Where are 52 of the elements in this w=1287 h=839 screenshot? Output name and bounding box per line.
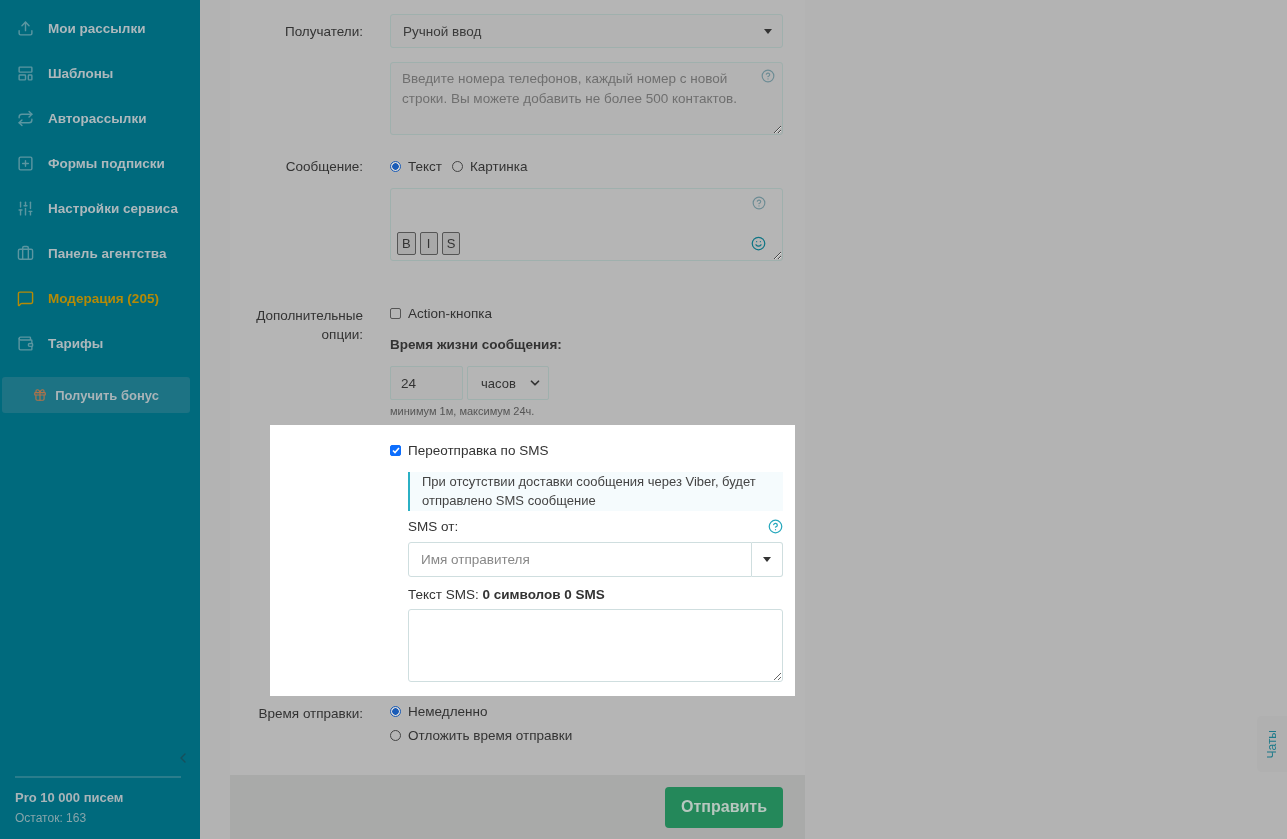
checkbox[interactable] [390,308,401,319]
sidebar-item[interactable]: Формы подписки [0,141,200,186]
sms-text-field[interactable] [408,609,783,682]
dropdown-button[interactable] [752,542,783,577]
field-label: Сообщение: [284,158,363,176]
caret-icon [764,28,772,34]
plus-square-icon [17,155,34,172]
field-label: Дополнительные опции: [255,307,363,344]
sms-resend-option[interactable]: Переотправка по SMS [390,443,783,458]
field-label: Время отправки: [257,705,363,723]
action-button-option[interactable]: Action-кнопка [390,306,783,321]
help-icon[interactable] [752,196,766,210]
field-label: Получатели: [283,22,363,41]
recipients-select[interactable]: Ручной ввод [390,14,783,48]
sender-field[interactable]: Имя отправителя [408,542,752,577]
checkbox[interactable] [390,445,401,456]
sidebar-item[interactable]: Мои рассылки [0,6,200,51]
sidebar-item[interactable]: Тарифы [0,321,200,366]
repeat-icon [17,110,34,127]
phones-field[interactable]: Введите номера телефонов, каждый номер с новой строки. Вы можете добавить не более 500 контактов. [390,62,783,135]
sidebar-item[interactable]: Шаблоны [0,51,200,96]
info-note: При отсутствии доставки сообщения через Viber, будет отправлено SMS сообщение [408,472,783,511]
send-time-option[interactable]: Немедленно [390,704,783,719]
briefcase-icon [17,245,34,262]
lifetime-hint: минимум 1м, максимум 24ч. [390,405,536,417]
plan-name: Pro 10 000 писем [15,790,125,805]
lifetime-input[interactable]: 24 [390,366,463,400]
plan-remaining: Остаток: 163 [15,811,88,825]
send-time-option[interactable]: Отложить время отправки [390,728,783,743]
message-type-option[interactable]: Картинка [452,159,528,174]
caret-icon [763,557,771,562]
sidebar-item[interactable]: Настройки сервиса [0,186,200,231]
help-icon[interactable] [768,519,783,534]
sms-text-label: Текст SMS: 0 символов 0 SMS [408,587,606,602]
format-button[interactable]: S [441,232,461,255]
gift-icon [33,388,48,402]
message-editor[interactable]: B I S [390,188,783,261]
template-icon [17,65,34,82]
format-button[interactable]: I [419,232,438,255]
sliders-icon [17,200,34,217]
message-type-option[interactable]: Текст [390,159,442,174]
upload-icon [17,20,34,37]
sidebar-item[interactable]: Авторассылки [0,96,200,141]
format-button[interactable]: B [397,232,416,255]
lifetime-label: Время жизни сообщения: [390,337,563,352]
emoji-icon[interactable] [751,236,766,251]
chat-icon [17,290,34,307]
sms-from-label: SMS от: [408,519,459,534]
unit-select[interactable]: часов [467,366,549,400]
sidebar-item[interactable]: Панель агентства [0,231,200,276]
wallet-icon [17,335,34,352]
help-icon[interactable] [761,69,775,83]
